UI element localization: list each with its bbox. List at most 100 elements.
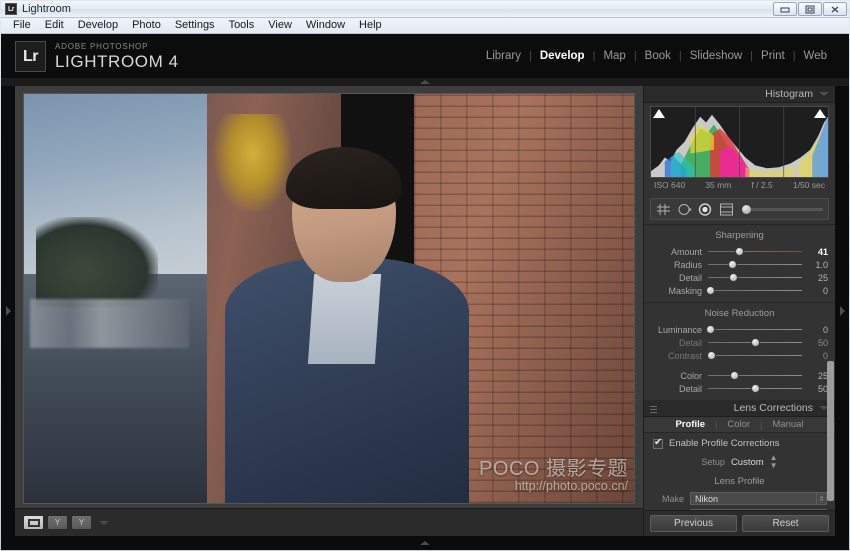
- exif-shutter: 1/50 sec: [792, 180, 825, 190]
- highlight-clipping-icon[interactable]: [814, 109, 826, 118]
- menu-settings[interactable]: Settings: [168, 18, 222, 33]
- lens-make-row[interactable]: Make Nikon ⇳: [644, 491, 835, 506]
- nr-contrast-slider[interactable]: [707, 350, 802, 361]
- module-book[interactable]: Book: [637, 50, 679, 62]
- maximize-button[interactable]: [798, 2, 822, 16]
- module-web[interactable]: Web: [796, 50, 835, 62]
- slider-knob[interactable]: [750, 338, 760, 347]
- sharpening-panel: Sharpening Amount 41 Radius 1.0 Detail 2…: [644, 224, 835, 302]
- chevron-right-icon: [5, 306, 11, 316]
- slider-knob[interactable]: [707, 351, 717, 360]
- photo-parked-cars: [30, 298, 189, 348]
- photo-subject-shirt: [307, 273, 381, 364]
- collapse-top-arrow[interactable]: [1, 78, 849, 86]
- spot-removal-icon[interactable]: [677, 203, 692, 216]
- watermark-url: http://photo.poco.cn/: [514, 478, 628, 493]
- menu-file[interactable]: File: [6, 18, 38, 33]
- slider-row[interactable]: Detail 50: [644, 336, 835, 349]
- identity-plate[interactable]: Lr ADOBE PHOTOSHOP LIGHTROOM 4: [15, 40, 179, 72]
- slider-row[interactable]: Contrast 0: [644, 349, 835, 362]
- nr-luminance-slider[interactable]: [706, 324, 802, 335]
- slider-row[interactable]: Amount 41: [644, 245, 835, 258]
- slider-row[interactable]: Luminance 0: [644, 323, 835, 336]
- histogram-graph[interactable]: [650, 106, 829, 178]
- lens-corrections-header[interactable]: Lens Corrections: [644, 400, 835, 417]
- nr-detail-slider[interactable]: [708, 337, 802, 348]
- previous-button[interactable]: Previous: [650, 515, 737, 532]
- chevron-up-icon: [420, 541, 430, 545]
- collapse-bottom-arrow[interactable]: [1, 536, 849, 550]
- enable-profile-corrections-checkbox[interactable]: [653, 437, 663, 449]
- right-panel-scrollbar[interactable]: [827, 361, 834, 501]
- tab-manual[interactable]: Manual: [768, 419, 807, 430]
- slider-row[interactable]: Detail 25: [644, 271, 835, 284]
- collapse-left-arrow[interactable]: [1, 86, 15, 536]
- graduated-filter-icon[interactable]: [719, 203, 734, 216]
- menu-photo[interactable]: Photo: [125, 18, 168, 33]
- menu-window[interactable]: Window: [299, 18, 352, 33]
- module-print[interactable]: Print: [753, 50, 793, 62]
- slider-knob[interactable]: [734, 247, 744, 256]
- brush-size-knob[interactable]: [742, 204, 751, 214]
- sharpening-detail-label: Detail: [678, 272, 702, 283]
- setup-value[interactable]: Custom: [731, 457, 764, 468]
- slider-knob[interactable]: [706, 325, 716, 334]
- nr-detail-label: Detail: [678, 337, 702, 348]
- menu-view[interactable]: View: [261, 18, 299, 33]
- minimize-button[interactable]: [773, 2, 797, 16]
- photo-viewport[interactable]: POCO 摄影专题 http://photo.poco.cn/: [15, 86, 643, 508]
- nr-luminance-label: Luminance: [657, 324, 702, 335]
- slider-row[interactable]: Detail 50: [644, 382, 835, 395]
- collapse-right-arrow[interactable]: [835, 86, 849, 536]
- brand-subtitle: ADOBE PHOTOSHOP: [55, 41, 149, 51]
- photo-image[interactable]: POCO 摄影专题 http://photo.poco.cn/: [23, 93, 635, 504]
- slider-knob[interactable]: [706, 286, 716, 295]
- red-eye-icon[interactable]: [698, 202, 713, 216]
- module-slideshow[interactable]: Slideshow: [682, 50, 750, 62]
- crop-overlay-icon[interactable]: [656, 203, 671, 216]
- nr-color-detail-slider[interactable]: [708, 383, 802, 394]
- menu-tools[interactable]: Tools: [222, 18, 262, 33]
- setup-row[interactable]: Setup Custom ▲ ▼: [644, 452, 835, 474]
- close-button[interactable]: [823, 2, 847, 16]
- minimize-icon: [780, 7, 790, 13]
- module-library[interactable]: Library: [478, 50, 529, 62]
- module-develop[interactable]: Develop: [532, 50, 593, 62]
- tab-color[interactable]: Color: [723, 419, 754, 430]
- menu-help[interactable]: Help: [352, 18, 389, 33]
- slider-rail: [708, 290, 802, 291]
- shadow-clipping-icon[interactable]: [653, 109, 665, 118]
- setup-stepper-icon[interactable]: ▲ ▼: [770, 454, 778, 470]
- histogram-header[interactable]: Histogram: [644, 86, 835, 103]
- sharpening-radius-slider[interactable]: [708, 259, 802, 270]
- menu-edit[interactable]: Edit: [38, 18, 71, 33]
- lens-make-label: Make: [661, 493, 684, 504]
- adjustment-brush-icon[interactable]: [742, 204, 823, 214]
- sharpening-masking-slider[interactable]: [706, 285, 802, 296]
- slider-row[interactable]: Color 25: [644, 369, 835, 382]
- lens-make-stepper-icon[interactable]: ⇳: [817, 492, 827, 505]
- enable-profile-corrections-row[interactable]: Enable Profile Corrections: [644, 433, 835, 452]
- sharpening-amount-slider[interactable]: [708, 246, 802, 257]
- panel-switch-icon[interactable]: [650, 403, 657, 413]
- toolbar-options-caret[interactable]: [99, 520, 109, 525]
- slider-row[interactable]: Radius 1.0: [644, 258, 835, 271]
- nr-color-slider[interactable]: [708, 370, 802, 381]
- before-after-left-icon[interactable]: Y: [47, 515, 68, 530]
- slider-knob[interactable]: [727, 260, 737, 269]
- slider-knob[interactable]: [750, 384, 760, 393]
- tab-profile[interactable]: Profile: [671, 419, 709, 430]
- before-after-right-icon[interactable]: Y: [71, 515, 92, 530]
- reset-button[interactable]: Reset: [742, 515, 829, 532]
- slider-knob[interactable]: [728, 273, 738, 282]
- module-map[interactable]: Map: [595, 50, 633, 62]
- setup-label: Setup: [701, 457, 725, 467]
- loupe-view-icon[interactable]: [23, 515, 44, 530]
- lightroom-app: Lr ADOBE PHOTOSHOP LIGHTROOM 4 Library |…: [1, 34, 849, 550]
- slider-row[interactable]: Masking 0: [644, 284, 835, 297]
- lens-make-value[interactable]: Nikon: [690, 492, 817, 505]
- sharpening-detail-slider[interactable]: [708, 272, 802, 283]
- slider-knob[interactable]: [729, 371, 739, 380]
- chevron-down-icon[interactable]: [819, 92, 829, 96]
- menu-develop[interactable]: Develop: [71, 18, 125, 33]
